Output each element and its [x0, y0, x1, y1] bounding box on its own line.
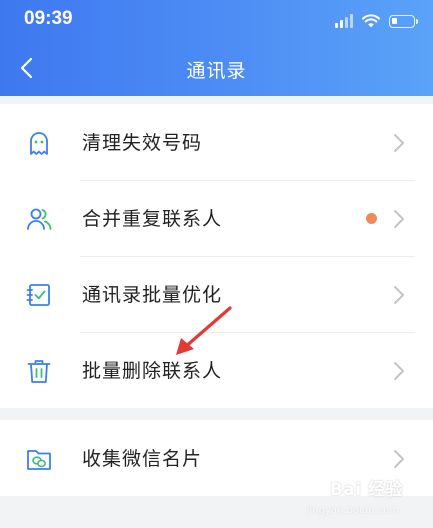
watermark-sub: jingyan.baidu.com — [306, 505, 399, 516]
list-item-label: 清理失效号码 — [82, 132, 203, 154]
signal-icon — [335, 14, 353, 28]
status-bar: 09:39 — [0, 0, 433, 40]
list-item-clean-invalid-numbers[interactable]: 清理失效号码 — [0, 104, 433, 180]
chevron-right-icon — [394, 286, 404, 304]
tools-list: 清理失效号码 合并重复联系人 通讯录批量优化 批量删除联系人 — [0, 104, 433, 408]
list-item-label: 收集微信名片 — [82, 448, 203, 470]
users-icon — [27, 208, 52, 230]
list-item-merge-duplicates[interactable]: 合并重复联系人 — [0, 180, 433, 256]
watermark: Bai 经验 jingyan.baidu.com — [307, 480, 423, 522]
notification-dot — [366, 213, 377, 224]
chevron-right-icon — [394, 450, 404, 468]
contacts-tools-page: 09:39 通讯录 清理失效号码 合并重复联系人 通讯录批量优化 批量删除联系人… — [0, 0, 433, 528]
ghost-icon — [30, 132, 48, 155]
annotation-arrow-icon — [176, 306, 232, 355]
list-item-label: 批量删除联系人 — [82, 360, 223, 382]
chevron-right-icon — [394, 210, 404, 228]
checklist-icon — [26, 284, 50, 306]
nav-bar: 通讯录 — [0, 46, 433, 92]
header: 09:39 通讯录 — [0, 0, 433, 96]
status-time: 09:39 — [24, 8, 73, 29]
wechat-folder-icon — [27, 450, 51, 470]
list-item-label: 通讯录批量优化 — [82, 284, 223, 306]
trash-icon — [27, 360, 51, 383]
wifi-icon — [362, 14, 380, 28]
chevron-right-icon — [394, 362, 404, 380]
list-item-label: 合并重复联系人 — [82, 208, 223, 230]
status-icons — [335, 11, 418, 31]
page-title: 通讯录 — [186, 60, 247, 82]
battery-icon — [389, 14, 418, 28]
watermark-text: Bai 经验 — [329, 480, 403, 500]
chevron-right-icon — [394, 134, 404, 152]
